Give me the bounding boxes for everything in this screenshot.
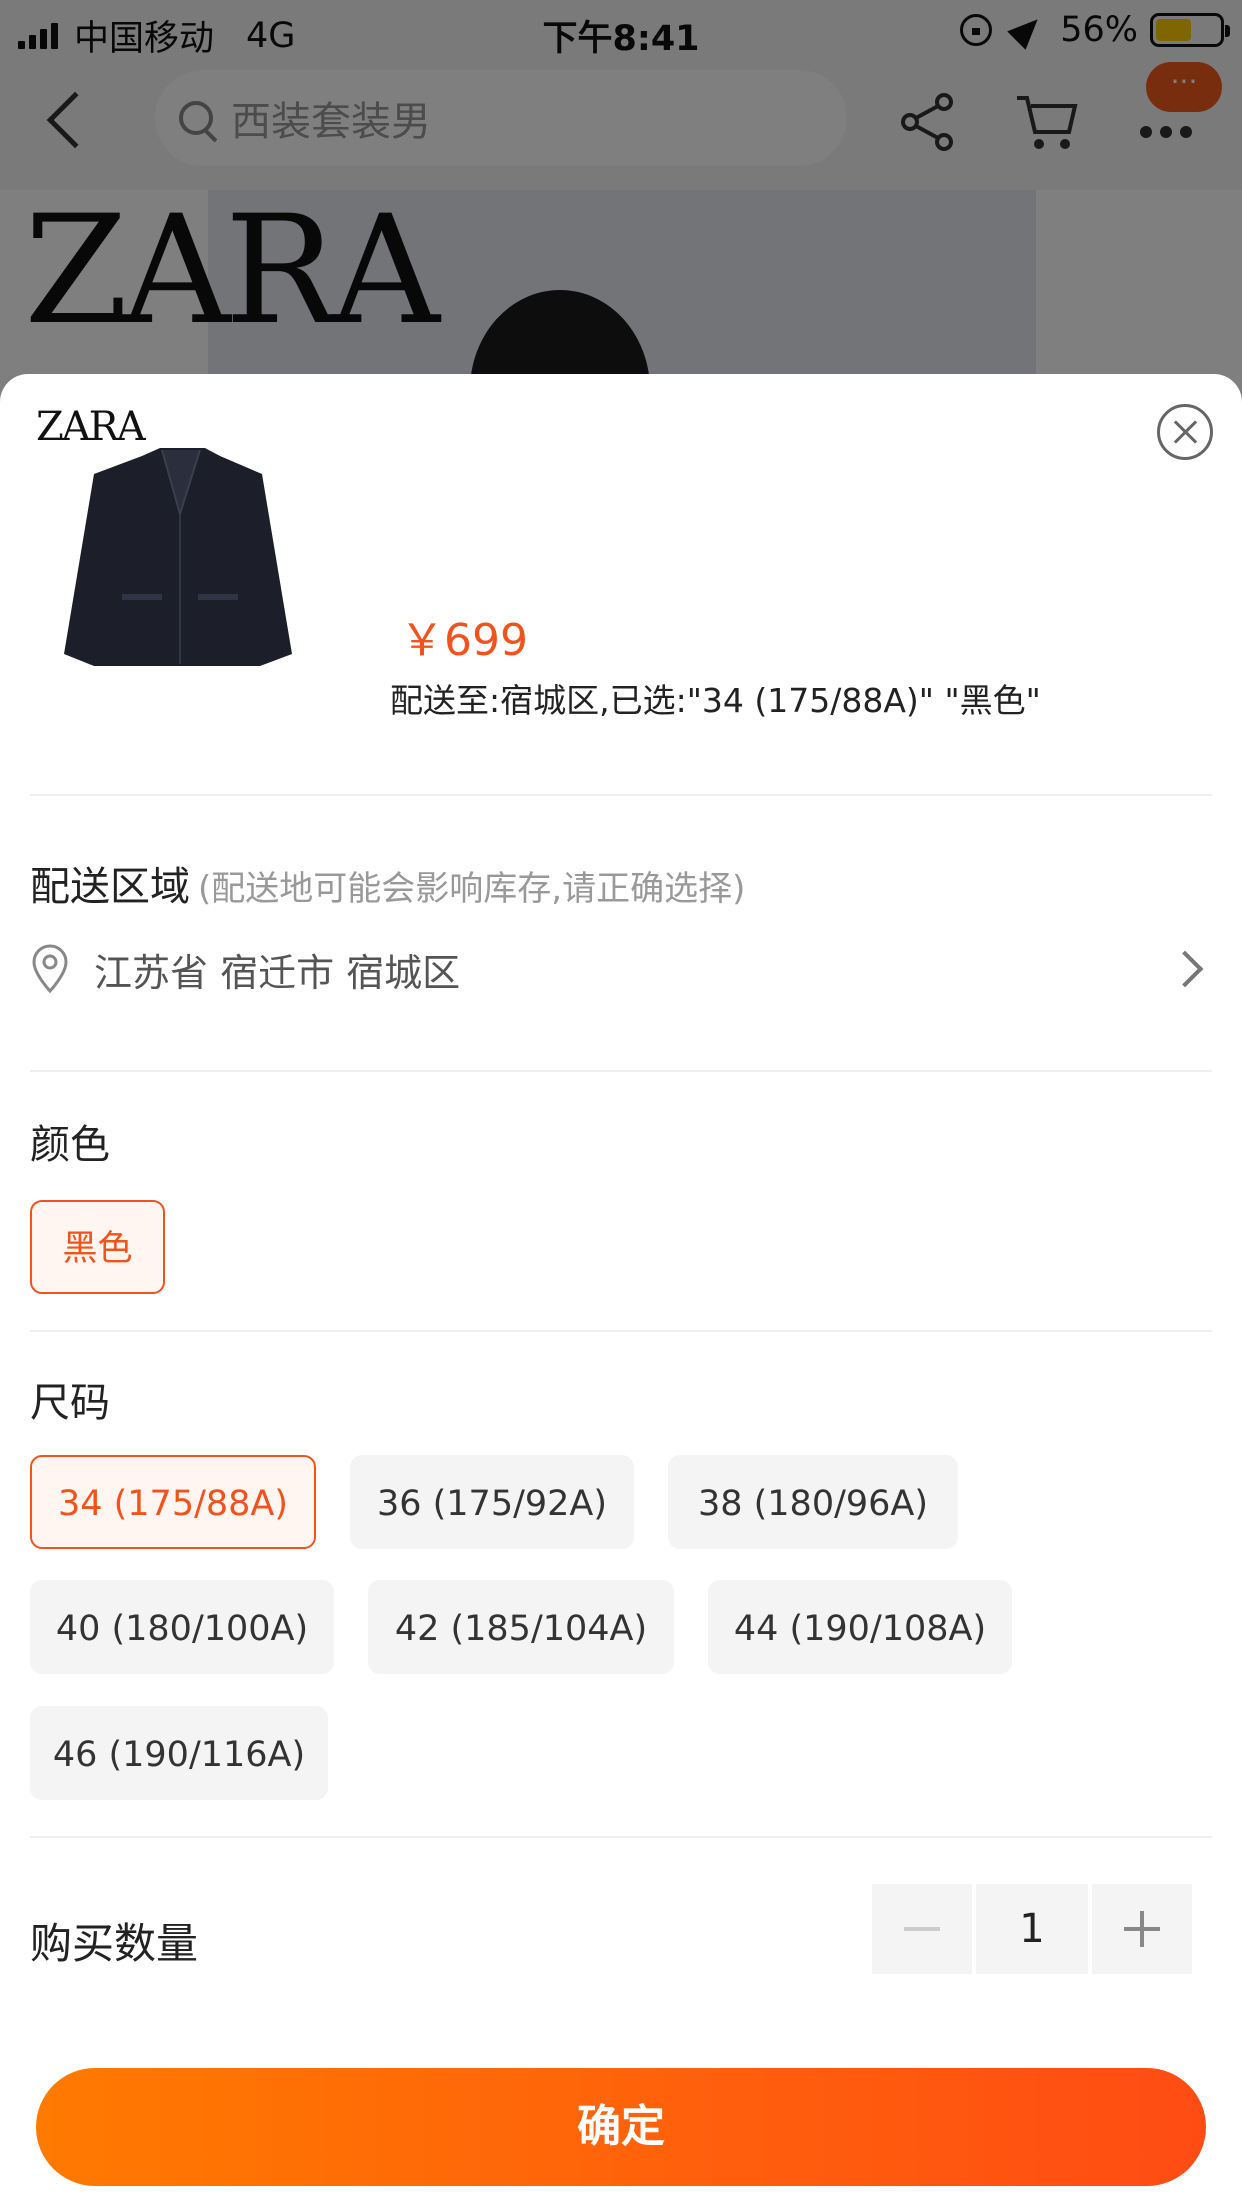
divider xyxy=(30,1330,1212,1332)
confirm-button[interactable]: 确定 xyxy=(36,2068,1206,2186)
delivery-title: 配送区域 xyxy=(30,864,190,910)
size-option[interactable]: 42 (185/104A) xyxy=(368,1580,674,1674)
size-option[interactable]: 38 (180/96A) xyxy=(668,1455,958,1549)
size-option[interactable]: 34 (175/88A) xyxy=(30,1455,316,1549)
quantity-decrease-button[interactable] xyxy=(872,1884,972,1974)
quantity-stepper: 1 xyxy=(872,1884,1192,1974)
quantity-increase-button[interactable] xyxy=(1092,1884,1192,1974)
blazer-image xyxy=(64,448,292,666)
divider xyxy=(30,1836,1212,1838)
delivery-section-title: 配送区域 (配送地可能会影响库存,请正确选择) xyxy=(30,854,745,912)
size-option[interactable]: 40 (180/100A) xyxy=(30,1580,334,1674)
quantity-value[interactable]: 1 xyxy=(976,1884,1088,1974)
size-option[interactable]: 46 (190/116A) xyxy=(30,1706,328,1800)
divider xyxy=(30,794,1212,796)
address-text: 江苏省 宿迁市 宿城区 xyxy=(94,950,461,995)
delivery-hint: (配送地可能会影响库存,请正确选择) xyxy=(198,869,746,909)
color-option-black[interactable]: 黑色 xyxy=(30,1200,165,1294)
product-price: ￥699 xyxy=(400,615,528,666)
chevron-right-icon xyxy=(1166,950,1204,988)
close-icon[interactable] xyxy=(1157,404,1213,460)
product-thumbnail: ZARA xyxy=(30,404,320,694)
address-selector[interactable]: 江苏省 宿迁市 宿城区 xyxy=(30,934,1212,1004)
divider xyxy=(30,1070,1212,1072)
selected-summary: 配送至:宿城区,已选:"34 (175/88A)" "黑色" xyxy=(390,681,1041,720)
size-option[interactable]: 36 (175/92A) xyxy=(350,1455,634,1549)
sku-selection-sheet: ZARA ￥699 配送至:宿城区,已选:"34 (175/88A)" "黑色"… xyxy=(0,374,1242,2208)
color-section-title: 颜色 xyxy=(30,1122,110,1168)
size-option[interactable]: 44 (190/108A) xyxy=(708,1580,1012,1674)
size-section-title: 尺码 xyxy=(30,1380,110,1426)
location-pin-icon xyxy=(32,944,68,994)
quantity-label: 购买数量 xyxy=(30,1919,199,1968)
